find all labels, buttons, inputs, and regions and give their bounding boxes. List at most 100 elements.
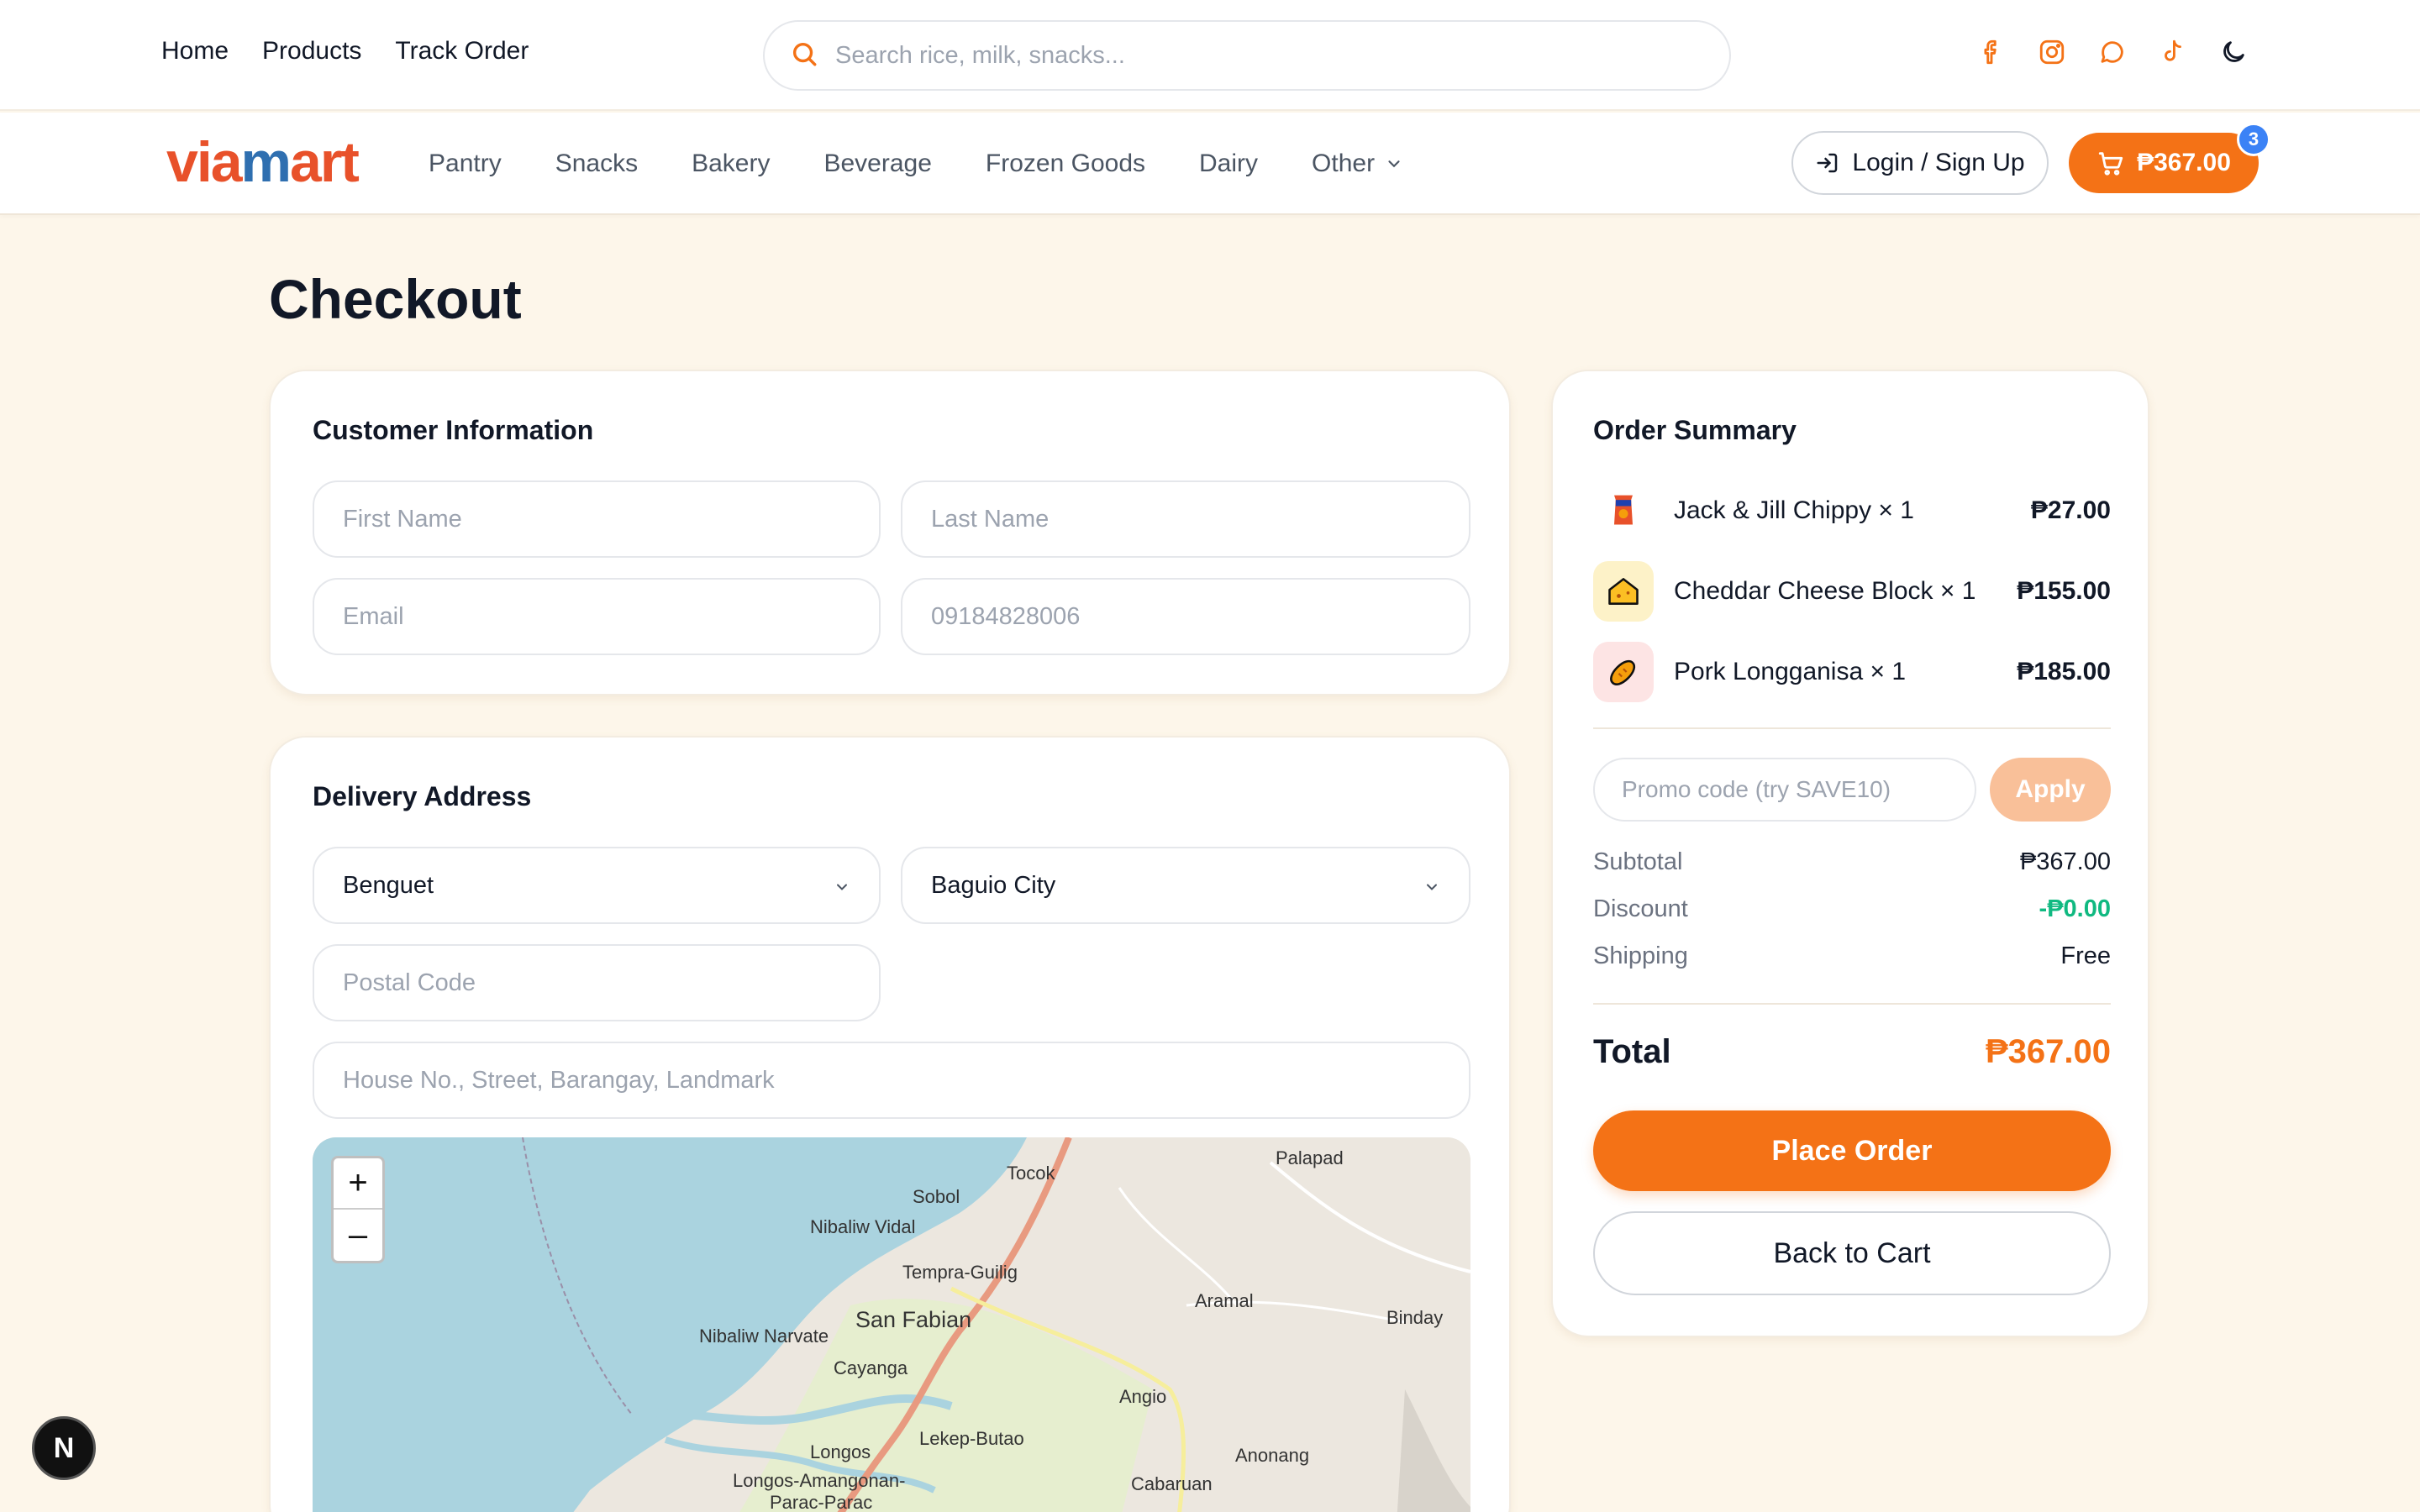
total-row: Total ₱367.00 bbox=[1593, 1033, 2111, 1071]
category-snacks[interactable]: Snacks bbox=[555, 150, 638, 178]
zoom-in-button[interactable]: + bbox=[334, 1158, 382, 1210]
cart-button[interactable]: ₱367.00 bbox=[2069, 133, 2259, 193]
category-pantry[interactable]: Pantry bbox=[429, 150, 502, 178]
search-bar[interactable]: Search rice, milk, snacks... bbox=[763, 20, 1731, 91]
map-label: Sobol bbox=[913, 1186, 960, 1207]
order-item: Cheddar Cheese Block × 1 ₱155.00 bbox=[1593, 561, 2111, 622]
phone-field[interactable]: 09184828006 bbox=[901, 578, 1470, 655]
sausage-icon bbox=[1610, 659, 1636, 685]
login-label: Login / Sign Up bbox=[1852, 149, 2025, 176]
order-summary-card: Order Summary Jack & Jill Chippy × 1 ₱27… bbox=[1551, 370, 2149, 1337]
summary-divider bbox=[1593, 1003, 2111, 1005]
shipping-row: Shipping Free bbox=[1593, 942, 2111, 970]
instagram-icon[interactable] bbox=[2037, 37, 2067, 67]
cart-total: ₱367.00 bbox=[2137, 149, 2231, 176]
chippy-thumbnail bbox=[1593, 480, 1654, 541]
category-beverage[interactable]: Beverage bbox=[823, 150, 931, 178]
back-to-cart-button[interactable]: Back to Cart bbox=[1593, 1211, 2111, 1295]
map-label: Palapad bbox=[1276, 1147, 1344, 1168]
item-price: ₱185.00 bbox=[2017, 658, 2111, 685]
chat-icon[interactable] bbox=[2097, 37, 2128, 67]
promo-code-input[interactable]: Promo code (try SAVE10) bbox=[1593, 758, 1976, 822]
snack-bag-icon bbox=[1614, 495, 1633, 525]
map-label: Tocok bbox=[1007, 1163, 1055, 1184]
discount-row: Discount -₱0.00 bbox=[1593, 895, 2111, 923]
map-label: Nibaliw Vidal bbox=[810, 1216, 916, 1237]
zoom-out-button[interactable]: – bbox=[334, 1210, 382, 1261]
item-name: Pork Longganisa × 1 bbox=[1674, 658, 1907, 685]
map-label: Nibaliw Narvate bbox=[699, 1326, 829, 1347]
map-label: Cayanga bbox=[834, 1357, 908, 1378]
map-label: Longos-Amangonan- bbox=[733, 1470, 906, 1491]
item-price: ₱27.00 bbox=[2030, 496, 2111, 524]
customer-information-title: Customer Information bbox=[313, 415, 594, 445]
map-label: Tempra-Guilig bbox=[902, 1262, 1018, 1283]
category-frozen-goods[interactable]: Frozen Goods bbox=[986, 150, 1145, 178]
subtotal-row: Subtotal ₱367.00 bbox=[1593, 848, 2111, 876]
chevron-down-icon bbox=[837, 884, 847, 890]
place-order-button[interactable]: Place Order bbox=[1593, 1110, 2111, 1191]
map-label: Binday bbox=[1386, 1307, 1444, 1328]
order-summary-title: Order Summary bbox=[1593, 415, 1797, 445]
province-select[interactable]: Benguet bbox=[313, 847, 881, 924]
longganisa-thumbnail bbox=[1593, 642, 1654, 702]
cart-count-badge: 3 bbox=[2237, 123, 2270, 156]
province-value: Benguet bbox=[343, 871, 434, 899]
subtotal-label: Subtotal bbox=[1593, 848, 1683, 875]
email-field[interactable]: Email bbox=[313, 578, 881, 655]
total-label: Total bbox=[1593, 1033, 1671, 1070]
login-signup-button[interactable]: Login / Sign Up bbox=[1791, 131, 2049, 195]
search-icon bbox=[790, 39, 818, 72]
social-links bbox=[1976, 37, 2249, 67]
summary-divider bbox=[1593, 727, 2111, 729]
category-other-label: Other bbox=[1312, 150, 1376, 177]
subtotal-value: ₱367.00 bbox=[2019, 848, 2111, 875]
shipping-label: Shipping bbox=[1593, 942, 1688, 969]
street-address-field[interactable]: House No., Street, Barangay, Landmark bbox=[313, 1042, 1470, 1119]
total-value: ₱367.00 bbox=[1985, 1033, 2111, 1070]
top-bar: Home Products Track Order Search rice, m… bbox=[0, 0, 2420, 111]
last-name-field[interactable]: Last Name bbox=[901, 480, 1470, 558]
cart-icon bbox=[2098, 152, 2123, 176]
city-select[interactable]: Baguio City bbox=[901, 847, 1470, 924]
category-bakery[interactable]: Bakery bbox=[692, 150, 770, 178]
viamart-logo[interactable]: viamart bbox=[166, 129, 376, 197]
search-input[interactable]: Search rice, milk, snacks... bbox=[835, 42, 1125, 70]
category-other-dropdown[interactable]: Other bbox=[1312, 150, 1403, 178]
map-label: Angio bbox=[1119, 1386, 1167, 1407]
map-label: San Fabian bbox=[855, 1307, 972, 1332]
nav-link-home[interactable]: Home bbox=[161, 37, 229, 66]
tiktok-icon[interactable] bbox=[2158, 37, 2188, 67]
category-nav-bar: viamart Pantry Snacks Bakery Beverage Fr… bbox=[0, 113, 2420, 215]
shipping-value: Free bbox=[2060, 942, 2111, 969]
facebook-icon[interactable] bbox=[1976, 37, 2007, 67]
map-label: Parac-Parac bbox=[770, 1492, 873, 1512]
apply-promo-button[interactable]: Apply bbox=[1990, 758, 2111, 822]
item-price: ₱155.00 bbox=[2017, 577, 2111, 605]
cheese-icon bbox=[1608, 578, 1639, 605]
delivery-map[interactable]: + – Tocok Palapad Sobol Nibaliw Vidal Te… bbox=[313, 1137, 1470, 1512]
item-name: Cheddar Cheese Block × 1 bbox=[1674, 577, 1976, 605]
first-name-field[interactable]: First Name bbox=[313, 480, 881, 558]
delivery-address-card: Delivery Address Benguet Baguio City Pos… bbox=[269, 736, 1511, 1512]
order-item: Pork Longganisa × 1 ₱185.00 bbox=[1593, 642, 2111, 702]
category-links: Pantry Snacks Bakery Beverage Frozen Goo… bbox=[429, 150, 1403, 178]
nav-link-products[interactable]: Products bbox=[262, 37, 361, 66]
chevron-down-icon bbox=[1388, 160, 1400, 168]
category-dairy[interactable]: Dairy bbox=[1199, 150, 1258, 178]
dev-tools-badge[interactable]: N bbox=[32, 1416, 96, 1480]
map-label: Aramal bbox=[1195, 1290, 1254, 1311]
discount-label: Discount bbox=[1593, 895, 1688, 922]
delivery-address-title: Delivery Address bbox=[313, 781, 532, 811]
item-name: Jack & Jill Chippy × 1 bbox=[1674, 496, 1914, 524]
postal-code-field[interactable]: Postal Code bbox=[313, 944, 881, 1021]
top-links: Home Products Track Order bbox=[161, 37, 529, 66]
map-label: Anonang bbox=[1235, 1445, 1310, 1466]
customer-information-card: Customer Information First Name Last Nam… bbox=[269, 370, 1511, 696]
map-zoom-control: + – bbox=[331, 1156, 385, 1263]
nav-link-track-order[interactable]: Track Order bbox=[395, 37, 529, 66]
map-label: Longos bbox=[810, 1441, 871, 1462]
map-label: Lekep-Butao bbox=[919, 1428, 1024, 1449]
moon-icon[interactable] bbox=[2218, 37, 2249, 67]
chevron-down-icon bbox=[1427, 884, 1437, 890]
